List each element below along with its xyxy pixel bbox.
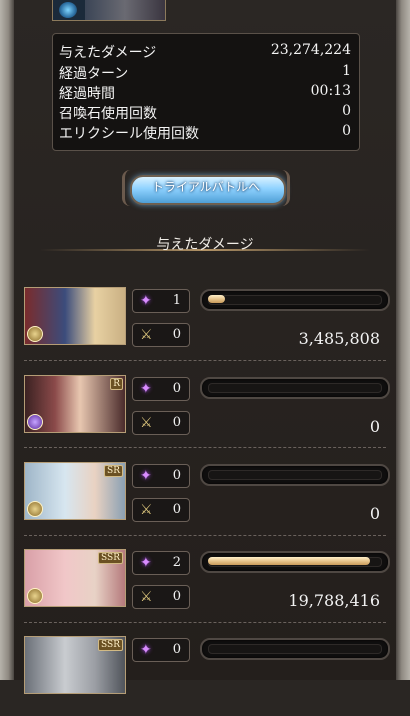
attack-count-box: ⚔ 0 xyxy=(132,323,190,347)
crossed-swords-icon: ⚔ xyxy=(140,327,153,343)
trial-battle-label: トライアルバトルへ xyxy=(151,180,261,194)
bar-track xyxy=(208,470,382,480)
character-portrait[interactable] xyxy=(24,287,126,345)
row-divider xyxy=(24,447,386,448)
attack-count: 0 xyxy=(172,415,181,430)
damage-bar xyxy=(200,638,390,660)
rarity-badge: SR xyxy=(104,465,123,477)
special-count-box: ✦ 0 xyxy=(132,638,190,662)
element-light-icon xyxy=(27,501,43,517)
character-row-3[interactable]: SR ✦ 0 ⚔ 0 0 xyxy=(24,462,390,542)
result-screen: 与えたダメージ 23,274,224 経過ターン 1 経過時間 00:13 召喚… xyxy=(0,0,410,694)
damage-value: 3,485,808 xyxy=(298,329,380,348)
trial-battle-button[interactable]: トライアルバトルへ xyxy=(122,170,290,206)
stat-row-summons: 召喚石使用回数 0 xyxy=(59,103,351,122)
row-divider xyxy=(24,535,386,536)
battle-stats-panel: 与えたダメージ 23,274,224 経過ターン 1 経過時間 00:13 召喚… xyxy=(52,33,360,151)
attack-count-box: ⚔ 0 xyxy=(132,411,190,435)
rarity-badge: SSR xyxy=(98,639,123,651)
crossed-swords-icon: ⚔ xyxy=(140,502,153,518)
stat-row-damage: 与えたダメージ 23,274,224 xyxy=(59,42,351,61)
stat-label: 与えたダメージ xyxy=(59,45,157,61)
star-burst-icon: ✦ xyxy=(140,293,152,309)
stat-row-turns: 経過ターン 1 xyxy=(59,63,351,82)
special-count-box: ✦ 1 xyxy=(132,289,190,313)
character-row-5[interactable]: SSR ✦ 0 xyxy=(24,636,390,716)
left-frame-border xyxy=(0,0,14,680)
character-portrait[interactable]: SSR xyxy=(24,549,126,607)
star-burst-icon: ✦ xyxy=(140,381,152,397)
special-count: 0 xyxy=(172,468,181,483)
character-portrait[interactable]: SSR xyxy=(24,636,126,694)
attack-count-box: ⚔ 0 xyxy=(132,498,190,522)
character-row-4[interactable]: SSR ✦ 2 ⚔ 0 19,788,416 xyxy=(24,549,390,629)
damage-bar xyxy=(200,377,390,399)
attack-count: 0 xyxy=(172,502,181,517)
stat-label: 経過ターン xyxy=(59,66,129,82)
special-count: 0 xyxy=(172,642,181,657)
character-row-2[interactable]: R ✦ 0 ⚔ 0 0 xyxy=(24,375,390,455)
damage-value: 0 xyxy=(369,504,380,523)
damage-bar xyxy=(200,464,390,486)
damage-bar xyxy=(200,551,390,573)
stat-row-time: 経過時間 00:13 xyxy=(59,83,351,102)
bar-track xyxy=(208,383,382,393)
water-orb-icon xyxy=(59,2,77,18)
attack-count: 0 xyxy=(172,589,181,604)
character-portrait[interactable]: SR xyxy=(24,462,126,520)
element-light-icon xyxy=(27,588,43,604)
star-burst-icon: ✦ xyxy=(140,555,152,571)
character-portrait[interactable]: R xyxy=(24,375,126,433)
star-burst-icon: ✦ xyxy=(140,468,152,484)
rarity-badge: SSR xyxy=(98,552,123,564)
summon-image xyxy=(85,0,165,20)
stat-value: 23,274,224 xyxy=(270,42,351,58)
stat-value: 0 xyxy=(342,103,351,119)
stat-label: 経過時間 xyxy=(59,86,115,102)
special-count-box: ✦ 2 xyxy=(132,551,190,575)
special-count-box: ✦ 0 xyxy=(132,377,190,401)
damage-value: 0 xyxy=(369,417,380,436)
row-divider xyxy=(24,360,386,361)
section-title: 与えたダメージ xyxy=(156,237,254,253)
damage-bar xyxy=(200,289,390,311)
bar-track xyxy=(208,644,382,654)
attack-count-box: ⚔ 0 xyxy=(132,585,190,609)
special-count: 1 xyxy=(172,293,181,308)
bar-track xyxy=(208,295,382,305)
attack-count: 0 xyxy=(172,327,181,342)
damage-value: 19,788,416 xyxy=(288,591,380,610)
crossed-swords-icon: ⚔ xyxy=(140,589,153,605)
stat-value: 00:13 xyxy=(310,83,351,99)
summon-thumbnail xyxy=(52,0,166,21)
stat-value: 0 xyxy=(342,123,351,139)
element-dark-icon xyxy=(27,414,43,430)
stat-label: エリクシール使用回数 xyxy=(59,126,199,142)
right-frame-border xyxy=(396,0,410,680)
bar-fill xyxy=(208,295,225,303)
damage-section-header: 与えたダメージ xyxy=(40,234,370,258)
stat-row-elixir: エリクシール使用回数 0 xyxy=(59,123,351,142)
stat-value: 1 xyxy=(342,63,351,79)
star-burst-icon: ✦ xyxy=(140,642,152,658)
special-count: 2 xyxy=(172,555,181,570)
bar-fill xyxy=(208,557,370,565)
special-count: 0 xyxy=(172,381,181,396)
special-count-box: ✦ 0 xyxy=(132,464,190,488)
stat-label: 召喚石使用回数 xyxy=(59,106,157,122)
rarity-badge: R xyxy=(110,378,123,390)
crossed-swords-icon: ⚔ xyxy=(140,415,153,431)
character-row-1[interactable]: ✦ 1 ⚔ 0 3,485,808 xyxy=(24,287,390,367)
element-light-icon xyxy=(27,326,43,342)
row-divider xyxy=(24,622,386,623)
